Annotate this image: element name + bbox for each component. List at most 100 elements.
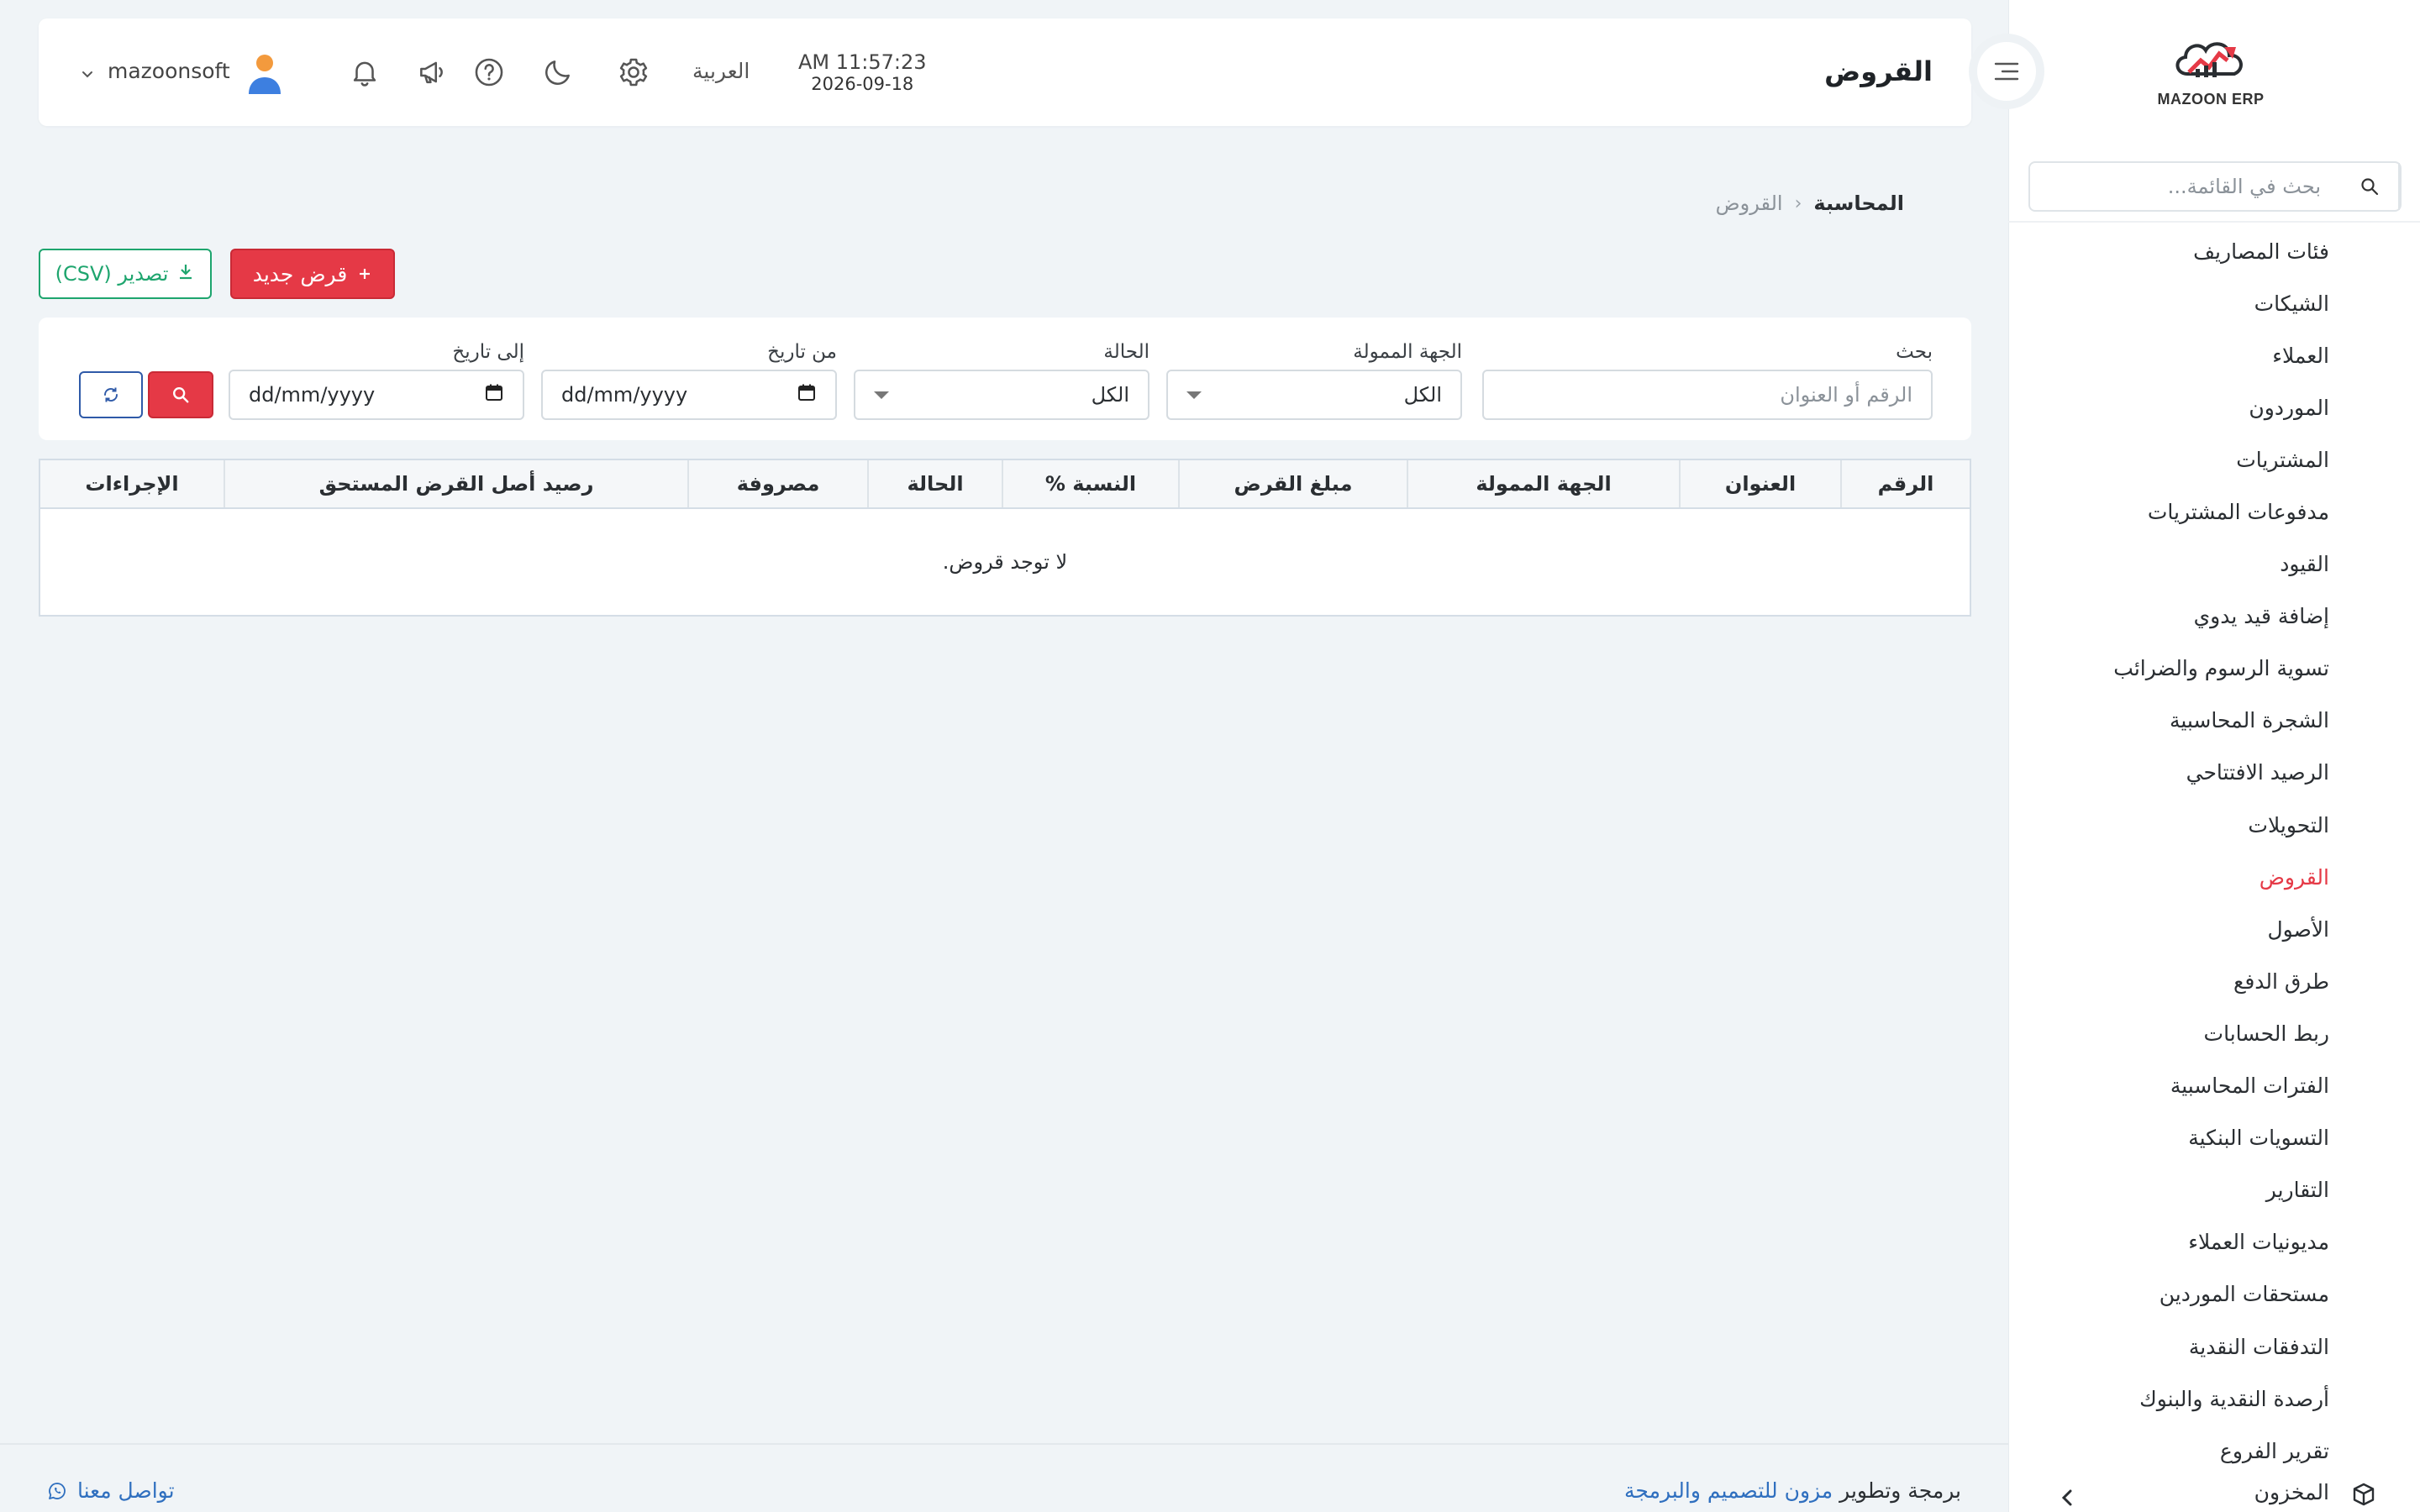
sidebar-item[interactable]: الموردون [2027,381,2329,433]
help-icon[interactable] [471,54,508,91]
footer-credit: برمجة وتطوير مزون للتصميم والبرمجة [1624,1478,1961,1503]
breadcrumb-root[interactable]: المحاسبة [1813,192,1904,215]
refresh-icon [103,387,118,402]
top-header: القروض AM 11:57:23 2026-09-18 العربية ma… [39,18,1971,126]
footer: برمجة وتطوير مزون للتصميم والبرمجة تواصل… [0,1443,2008,1512]
from-date-input[interactable]: dd/mm/yyyy [541,370,837,420]
status-label: الحالة [1103,341,1150,363]
column-header[interactable]: مصروفة [687,460,867,507]
chevron-down-icon[interactable] [81,67,94,83]
plus-icon [357,262,372,286]
new-loan-button[interactable]: قرض جديد [230,249,395,299]
sidebar-item[interactable]: التدفقات النقدية [2027,1320,2329,1373]
moon-icon[interactable] [539,54,576,91]
sidebar-item[interactable]: التحويلات [2027,799,2329,851]
footer-credit-prefix: برمجة وتطوير [1839,1478,1961,1503]
logo-text: MAZOON ERP [2157,91,2265,108]
sidebar-group-inventory[interactable]: المخزون [2008,1480,2420,1512]
breadcrumb-separator: ‹ [1794,192,1802,214]
column-header[interactable]: الحالة [867,460,1002,507]
page-title: القروض [1824,55,1933,87]
caret-down-icon [874,391,889,399]
column-header[interactable]: الجهة الممولة [1407,460,1679,507]
calendar-icon[interactable] [797,382,817,407]
clock-date: 2026-09-18 [811,74,914,94]
contact-link[interactable]: تواصل معنا [47,1478,175,1503]
sidebar-item[interactable]: التقارير [2027,1164,2329,1216]
lender-select-value: الكل [1403,383,1442,407]
sidebar-item[interactable]: الشجرة المحاسبية [2027,695,2329,747]
column-header[interactable]: النسبة % [1002,460,1178,507]
footer-credit-link[interactable]: مزون للتصميم والبرمجة [1624,1478,1833,1503]
status-select[interactable]: الكل [854,370,1150,420]
loans-table: الرقم العنوان الجهة الممولة مبلغ القرض ا… [39,459,1971,617]
megaphone-icon[interactable] [413,54,450,91]
to-date-placeholder: dd/mm/yyyy [249,383,376,407]
sidebar-item[interactable]: فئات المصاريف [2027,225,2329,277]
sidebar-search [2028,161,2402,212]
sidebar-item[interactable]: القروض [2027,851,2329,903]
bell-icon[interactable] [346,54,383,91]
column-header[interactable]: مبلغ القرض [1178,460,1407,507]
chevron-left-icon [2060,1488,2074,1510]
sidebar-item[interactable]: تسوية الرسوم والضرائب [2027,643,2329,695]
language-switch[interactable]: العربية [692,59,750,83]
column-header[interactable]: العنوان [1679,460,1840,507]
search-icon[interactable] [2341,163,2400,210]
sidebar-group-label: المخزون [2254,1480,2329,1504]
reset-filter-button[interactable] [79,371,143,418]
sidebar: MAZOON ERP فئات المصاريفالشيكاتالعملاءال… [2008,0,2420,1512]
sidebar-item[interactable]: إضافة قيد يدوي [2027,591,2329,643]
apply-filter-button[interactable] [148,371,213,418]
app-logo[interactable]: MAZOON ERP [2156,35,2265,115]
breadcrumb: المحاسبة ‹ القروض [1716,192,1904,215]
sidebar-item[interactable]: التسويات البنكية [2027,1112,2329,1164]
sidebar-item[interactable]: مستحقات الموردين [2027,1268,2329,1320]
search-input[interactable]: الرقم أو العنوان [1482,370,1933,420]
sidebar-item[interactable]: الأصول [2027,903,2329,955]
avatar[interactable] [245,52,284,97]
caret-down-icon [1186,391,1202,399]
from-date-label: من تاريخ [767,341,837,363]
empty-state-message: لا توجد قروض. [942,550,1068,574]
sidebar-item[interactable]: أرصدة النقدية والبنوك [2027,1373,2329,1425]
user-name[interactable]: mazoonsoft [108,59,230,83]
from-date-placeholder: dd/mm/yyyy [561,383,688,407]
filters-panel: بحث الرقم أو العنوان الجهة الممولة الكل … [39,318,1971,440]
sidebar-item[interactable]: الفترات المحاسبية [2027,1060,2329,1112]
sidebar-item[interactable]: الشيكات [2027,277,2329,329]
sidebar-item[interactable]: القيود [2027,538,2329,591]
clock: AM 11:57:23 2026-09-18 [798,50,927,94]
clock-time: AM 11:57:23 [798,50,927,74]
sidebar-item[interactable]: المشتريات [2027,433,2329,486]
box-icon [2351,1482,2376,1510]
lender-select[interactable]: الكل [1166,370,1462,420]
sidebar-item[interactable]: طرق الدفع [2027,955,2329,1007]
column-header: الإجراءات [85,472,179,496]
sidebar-item[interactable]: مدفوعات المشتريات [2027,486,2329,538]
export-csv-button[interactable]: تصدير (CSV) [39,249,212,299]
table-header: الرقم العنوان الجهة الممولة مبلغ القرض ا… [40,460,1970,509]
sidebar-item[interactable]: العملاء [2027,329,2329,381]
new-loan-label: قرض جديد [252,261,348,286]
export-csv-label: تصدير (CSV) [55,262,169,286]
sidebar-item[interactable]: ربط الحسابات [2027,1007,2329,1059]
breadcrumb-current: القروض [1715,192,1783,215]
gear-icon[interactable] [615,54,652,91]
whatsapp-icon [49,1482,66,1499]
logo-mark-icon [2175,42,2243,77]
menu-toggle-button[interactable] [1969,34,2044,109]
sidebar-search-input[interactable] [2030,163,2341,210]
column-header[interactable]: الرقم [1840,460,1970,507]
calendar-icon[interactable] [484,382,504,407]
to-date-label: إلى تاريخ [452,341,524,363]
search-label: بحث [1896,341,1933,363]
lender-label: الجهة الممولة [1353,341,1462,363]
sidebar-item[interactable]: الرصيد الافتتاحي [2027,747,2329,799]
sidebar-item[interactable]: مديونيات العملاء [2027,1216,2329,1268]
contact-label: تواصل معنا [77,1478,175,1503]
to-date-input[interactable]: dd/mm/yyyy [229,370,524,420]
status-select-value: الكل [1091,383,1129,407]
column-header[interactable]: رصيد أصل القرض المستحق [224,460,687,507]
sidebar-item[interactable]: تقرير الفروع [2027,1425,2329,1477]
